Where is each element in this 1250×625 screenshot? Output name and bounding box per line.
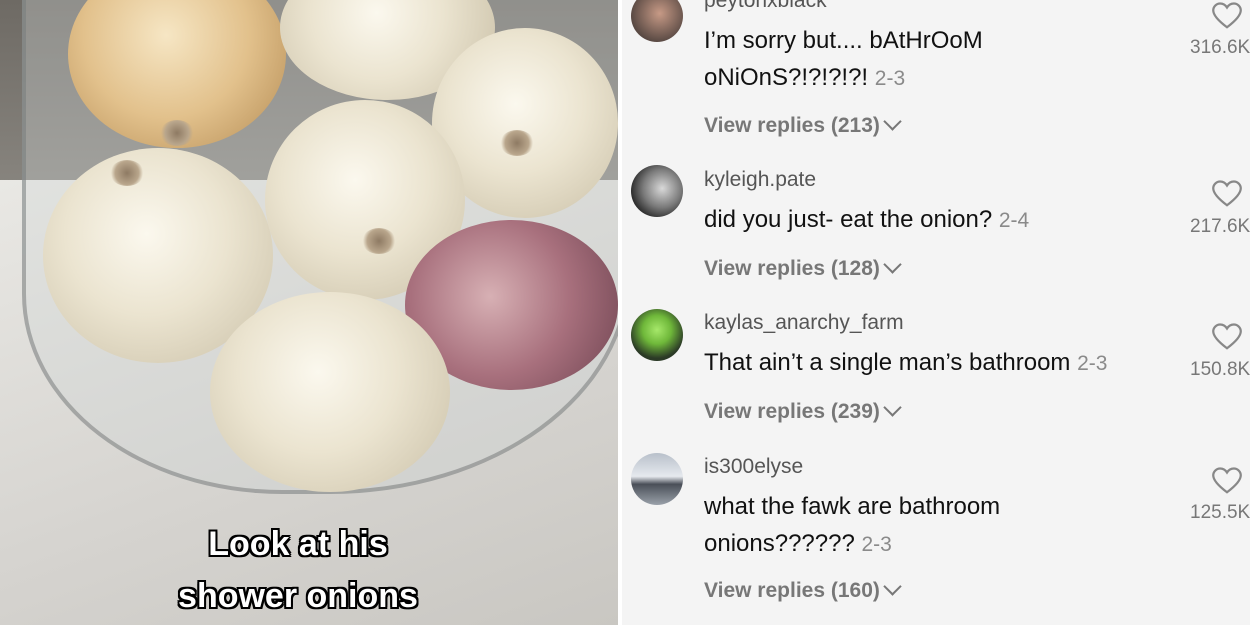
view-replies-button[interactable]: View replies (213) bbox=[704, 112, 902, 138]
avatar[interactable] bbox=[631, 165, 683, 217]
chevron-down-icon bbox=[883, 255, 902, 274]
comment-text-line: oNiOnS?!?!?!?! 2-3 bbox=[704, 59, 1164, 97]
like-count: 150.8K bbox=[1190, 359, 1250, 380]
comment-text: what the fawk are bathroom onions?????? … bbox=[704, 488, 1164, 563]
chevron-down-icon bbox=[883, 112, 902, 131]
like-count: 217.6K bbox=[1190, 216, 1250, 237]
comment-username[interactable]: is300elyse bbox=[704, 455, 803, 479]
video-frame[interactable]: Look at his shower onions bbox=[0, 0, 618, 625]
comment-text-line: I’m sorry but.... bAtHrOoM bbox=[704, 27, 983, 54]
comment-username[interactable]: kaylas_anarchy_farm bbox=[704, 311, 904, 335]
comment-date: 2-3 bbox=[861, 533, 892, 556]
comment-date: 2-4 bbox=[998, 209, 1030, 232]
comment-text-line: oNiOnS?!?!?!?! bbox=[704, 64, 869, 91]
avatar[interactable] bbox=[631, 309, 683, 361]
onion-image bbox=[210, 292, 450, 492]
heart-icon[interactable] bbox=[1212, 180, 1242, 208]
onion-root bbox=[160, 120, 194, 146]
chevron-down-icon bbox=[883, 577, 902, 596]
heart-icon[interactable] bbox=[1212, 323, 1242, 351]
comment-text-line: That ain’t a single man’s bathroom bbox=[704, 349, 1071, 376]
avatar[interactable] bbox=[631, 453, 683, 505]
view-replies-button[interactable]: View replies (128) bbox=[704, 255, 902, 281]
view-replies-label: View replies (213) bbox=[704, 114, 880, 137]
view-replies-button[interactable]: View replies (239) bbox=[704, 398, 902, 424]
comment-date: 2-3 bbox=[1077, 352, 1108, 375]
video-caption-line1: Look at his bbox=[208, 525, 388, 563]
heart-icon[interactable] bbox=[1212, 2, 1242, 30]
like-count: 316.6K bbox=[1190, 37, 1250, 58]
like-count: 125.5K bbox=[1190, 502, 1250, 523]
comment-username[interactable]: kyleigh.pate bbox=[704, 168, 816, 192]
comment-text-line: what the fawk are bathroom bbox=[704, 493, 1001, 520]
comments-panel: peytonxblack I’m sorry but.... bAtHrOoM … bbox=[622, 0, 1250, 625]
comment-text-line: That ain’t a single man’s bathroom 2-3 bbox=[704, 344, 1164, 382]
comment-text-line: did you just- eat the onion? bbox=[704, 206, 993, 233]
onion-root bbox=[110, 160, 144, 186]
avatar[interactable] bbox=[631, 0, 683, 42]
comment-text-line: onions?????? bbox=[704, 530, 855, 557]
view-replies-label: View replies (239) bbox=[704, 400, 880, 423]
comment-text: I’m sorry but.... bAtHrOoM oNiOnS?!?!?!?… bbox=[704, 22, 1164, 97]
comment-text: That ain’t a single man’s bathroom 2-3 bbox=[704, 344, 1164, 382]
video-caption-line2: shower onions bbox=[178, 577, 418, 615]
comment-text-line: did you just- eat the onion? 2-4 bbox=[704, 201, 1164, 239]
comment-text: did you just- eat the onion? 2-4 bbox=[704, 201, 1164, 239]
chevron-down-icon bbox=[883, 398, 902, 417]
onion-root bbox=[362, 228, 396, 254]
comment-text-line: onions?????? 2-3 bbox=[704, 525, 1164, 563]
comment-date: 2-3 bbox=[874, 67, 906, 90]
comment-username[interactable]: peytonxblack bbox=[704, 0, 827, 13]
view-replies-label: View replies (128) bbox=[704, 257, 880, 280]
view-replies-label: View replies (160) bbox=[704, 579, 880, 602]
heart-icon[interactable] bbox=[1212, 467, 1242, 495]
view-replies-button[interactable]: View replies (160) bbox=[704, 577, 902, 603]
onion-root bbox=[500, 130, 534, 156]
